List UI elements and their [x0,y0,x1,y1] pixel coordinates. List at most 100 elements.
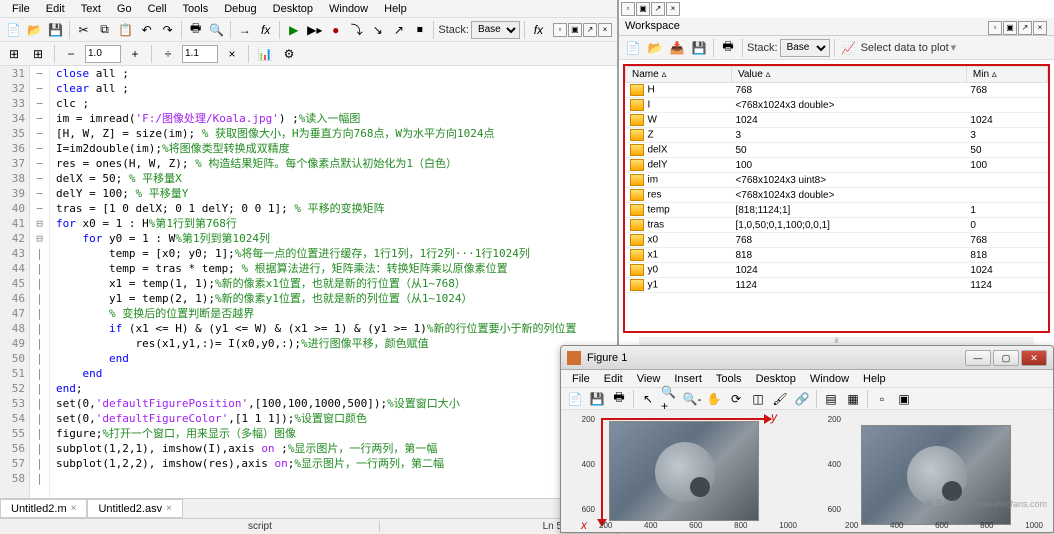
fx-icon[interactable]: fx [256,20,275,40]
table-row[interactable]: y010241024 [626,263,1048,278]
code-lines[interactable]: close all ;clear all ;clc ;im = imread('… [50,66,617,498]
plot-icon[interactable]: 📈 [839,38,859,58]
rotate-icon[interactable]: ⟳ [726,389,746,409]
copy-icon[interactable]: ⧉ [95,20,114,40]
fig-save-icon[interactable]: 💾 [587,389,607,409]
figure-titlebar[interactable]: Figure 1 — ▢ ✕ [561,346,1053,370]
table-row[interactable]: delY100100 [626,158,1048,173]
fig-menu-window[interactable]: Window [803,372,856,386]
save-ws-icon[interactable]: 💾 [689,38,709,58]
print-ws-icon[interactable]: 🖶 [718,38,738,58]
minimize-button[interactable]: — [965,350,991,366]
zoomout-icon[interactable]: 🔍- [682,389,702,409]
fig-menu-view[interactable]: View [630,372,668,386]
fig-menu-insert[interactable]: Insert [667,372,709,386]
brush-icon[interactable]: 🖌 [770,389,790,409]
tab-0[interactable]: Untitled2.m× [0,499,87,518]
increment-value-2[interactable] [182,45,218,63]
ws-max2-icon[interactable]: ▣ [1003,21,1017,35]
fold-column[interactable]: −−−−−−−−−−⊟⊟|||||||||||||||| [30,66,50,498]
table-row[interactable]: I<768x1024x3 double> [626,98,1048,113]
colorbar-icon[interactable]: ▤ [821,389,841,409]
ws-stack-select[interactable]: Base [780,39,830,57]
new-var-icon[interactable]: 📄 [623,38,643,58]
goto-icon[interactable]: → [235,20,254,40]
tab-1[interactable]: Untitled2.asv× [87,499,182,518]
pan-icon[interactable]: ✋ [704,389,724,409]
fig-menu-desktop[interactable]: Desktop [749,372,803,386]
pointer-icon[interactable]: ↖ [638,389,658,409]
stop-icon[interactable]: ⏹ [410,20,429,40]
hide-tools-icon[interactable]: ▫ [872,389,892,409]
stack-select[interactable]: Base [471,21,520,39]
menu-text[interactable]: Text [73,1,109,17]
tab-close-icon[interactable]: × [166,503,172,514]
menu-cell[interactable]: Cell [140,1,175,17]
undo-icon[interactable]: ↶ [137,20,156,40]
menu-window[interactable]: Window [321,1,376,17]
fig-menu-help[interactable]: Help [856,372,893,386]
ws-col-min[interactable]: Min ▵ [966,67,1047,83]
fig-menu-tools[interactable]: Tools [709,372,749,386]
maximize-pane-icon[interactable]: ▣ [568,23,582,37]
cell-mode-icon[interactable]: ⊞ [4,44,24,64]
table-row[interactable]: x1818818 [626,248,1048,263]
table-row[interactable]: im<768x1024x3 uint8> [626,173,1048,188]
maximize-button[interactable]: ▢ [993,350,1019,366]
tab-close-icon[interactable]: × [71,503,77,514]
ws-max-icon[interactable]: ▣ [636,2,650,16]
open-icon[interactable]: 📂 [25,20,44,40]
close-pane-icon[interactable]: × [598,23,612,37]
ws-col-name[interactable]: Name ▵ [626,67,732,83]
menu-edit[interactable]: Edit [38,1,73,17]
table-row[interactable]: W10241024 [626,113,1048,128]
open-var-icon[interactable]: 📂 [645,38,665,58]
minimize-pane-icon[interactable]: ▫ [553,23,567,37]
fig-new-icon[interactable]: 📄 [565,389,585,409]
table-row[interactable]: delX5050 [626,143,1048,158]
increment-value-1[interactable] [85,45,121,63]
increment-icon[interactable]: + [125,44,145,64]
ws-min-icon[interactable]: ▫ [621,2,635,16]
fig-menu-edit[interactable]: Edit [597,372,630,386]
breakpoint-icon[interactable]: ● [326,20,345,40]
fx-button-icon[interactable]: fx [529,20,548,40]
save-icon[interactable]: 💾 [46,20,65,40]
decrement-icon[interactable]: − [61,44,81,64]
table-row[interactable]: Z33 [626,128,1048,143]
fig-menu-file[interactable]: File [565,372,597,386]
zoomin-icon[interactable]: 🔍+ [660,389,680,409]
divide-icon[interactable]: ÷ [158,44,178,64]
workspace-table[interactable]: Name ▵Value ▵Min ▵H768768I<768x1024x3 do… [623,64,1050,333]
datacursor-icon[interactable]: ◫ [748,389,768,409]
cell-insert-icon[interactable]: ⊞ [28,44,48,64]
fig-print-icon[interactable]: 🖶 [609,389,629,409]
new-file-icon[interactable]: 📄 [4,20,23,40]
table-row[interactable]: H768768 [626,83,1048,98]
table-row[interactable]: tras[1,0,50;0,1,100;0,0,1]0 [626,218,1048,233]
ws-min2-icon[interactable]: ▫ [988,21,1002,35]
table-row[interactable]: x0768768 [626,233,1048,248]
cut-icon[interactable]: ✂ [74,20,93,40]
redo-icon[interactable]: ↷ [158,20,177,40]
step-out-icon[interactable]: ↗ [389,20,408,40]
publish-opts-icon[interactable]: ⚙ [279,44,299,64]
table-row[interactable]: temp[818;1124;1]1 [626,203,1048,218]
table-row[interactable]: res<768x1024x3 double> [626,188,1048,203]
print-icon[interactable]: 🖶 [186,20,205,40]
table-row[interactable]: y111241124 [626,278,1048,293]
menu-file[interactable]: File [4,1,38,17]
import-icon[interactable]: 📥 [667,38,687,58]
multiply-icon[interactable]: × [222,44,242,64]
undock-icon[interactable]: ↗ [583,23,597,37]
ws-close-icon[interactable]: × [666,2,680,16]
code-area[interactable]: 3132333435363738394041424344454647484950… [0,66,617,498]
step-icon[interactable]: ⤵ [347,20,366,40]
workspace-scroll[interactable]: ⅲ [639,337,1034,345]
menu-debug[interactable]: Debug [216,1,264,17]
close-button[interactable]: ✕ [1021,350,1047,366]
ws-close2-icon[interactable]: × [1033,21,1047,35]
find-icon[interactable]: 🔍 [207,20,226,40]
run-icon[interactable]: ▶ [284,20,303,40]
step-in-icon[interactable]: ↘ [368,20,387,40]
